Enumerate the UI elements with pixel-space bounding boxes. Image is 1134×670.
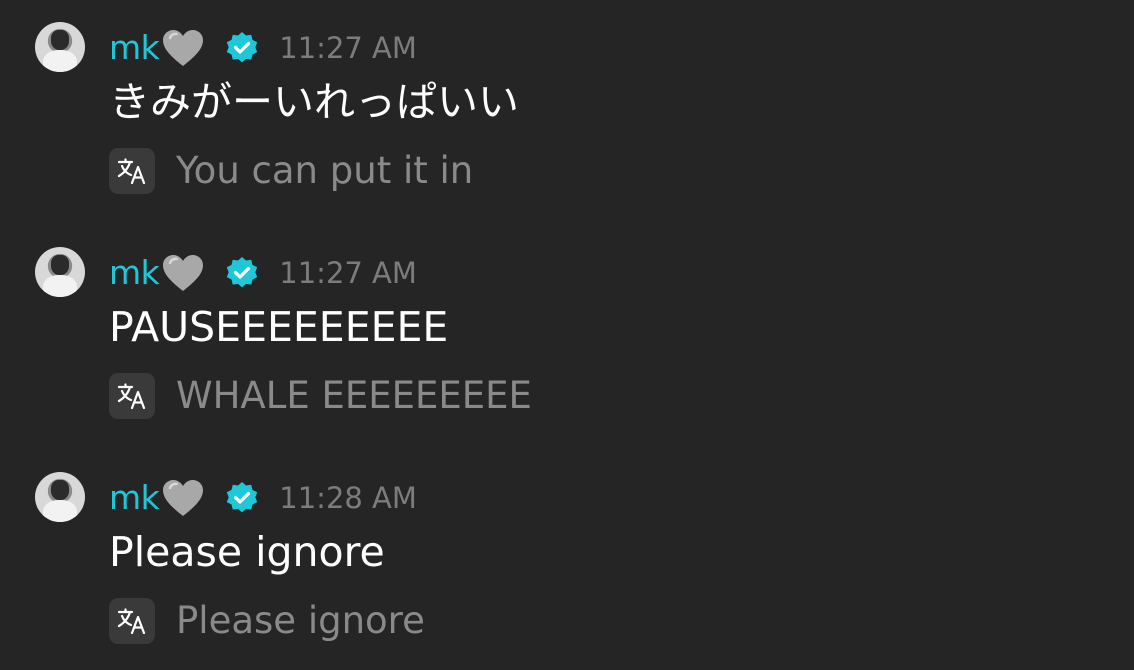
translate-icon[interactable] xyxy=(109,598,155,644)
timestamp: 11:27 AM xyxy=(279,31,417,65)
translation-row[interactable]: WHALE EEEEEEEEE xyxy=(109,372,532,420)
grey-heart-icon xyxy=(163,30,204,66)
chat-message: mk 11:27 AM PAUSEEEEEEEEE WHALE EEEEEEEE… xyxy=(0,247,1134,447)
avatar[interactable] xyxy=(35,247,85,297)
message-header: mk 11:27 AM xyxy=(109,26,417,70)
verified-badge-icon xyxy=(227,257,258,288)
username[interactable]: mk xyxy=(109,251,160,295)
timestamp: 11:28 AM xyxy=(279,481,417,515)
translation-row[interactable]: You can put it in xyxy=(109,147,473,195)
message-text: きみがーいれっぱいい xyxy=(109,78,519,126)
verified-badge-icon xyxy=(227,482,258,513)
username[interactable]: mk xyxy=(109,476,160,520)
message-header: mk 11:28 AM xyxy=(109,476,417,520)
translated-text: You can put it in xyxy=(176,149,474,192)
chat-message: mk 11:27 AM きみがーいれっぱいい You can put it in xyxy=(0,22,1134,222)
message-text: PAUSEEEEEEEEE xyxy=(109,303,449,351)
avatar[interactable] xyxy=(35,22,85,72)
translated-text: WHALE EEEEEEEEE xyxy=(176,374,532,417)
username[interactable]: mk xyxy=(109,26,160,70)
grey-heart-icon xyxy=(163,480,204,516)
chat-message: mk 11:28 AM Please ignore Please ignore xyxy=(0,472,1134,670)
message-text: Please ignore xyxy=(109,528,385,576)
avatar[interactable] xyxy=(35,472,85,522)
translate-icon[interactable] xyxy=(109,373,155,419)
verified-badge-icon xyxy=(227,32,258,63)
translate-icon[interactable] xyxy=(109,148,155,194)
message-header: mk 11:27 AM xyxy=(109,251,417,295)
timestamp: 11:27 AM xyxy=(279,256,417,290)
grey-heart-icon xyxy=(163,255,204,291)
chat-message-list: mk 11:27 AM きみがーいれっぱいい You can put it in xyxy=(0,0,1134,670)
translation-row[interactable]: Please ignore xyxy=(109,597,425,645)
translated-text: Please ignore xyxy=(176,599,425,642)
